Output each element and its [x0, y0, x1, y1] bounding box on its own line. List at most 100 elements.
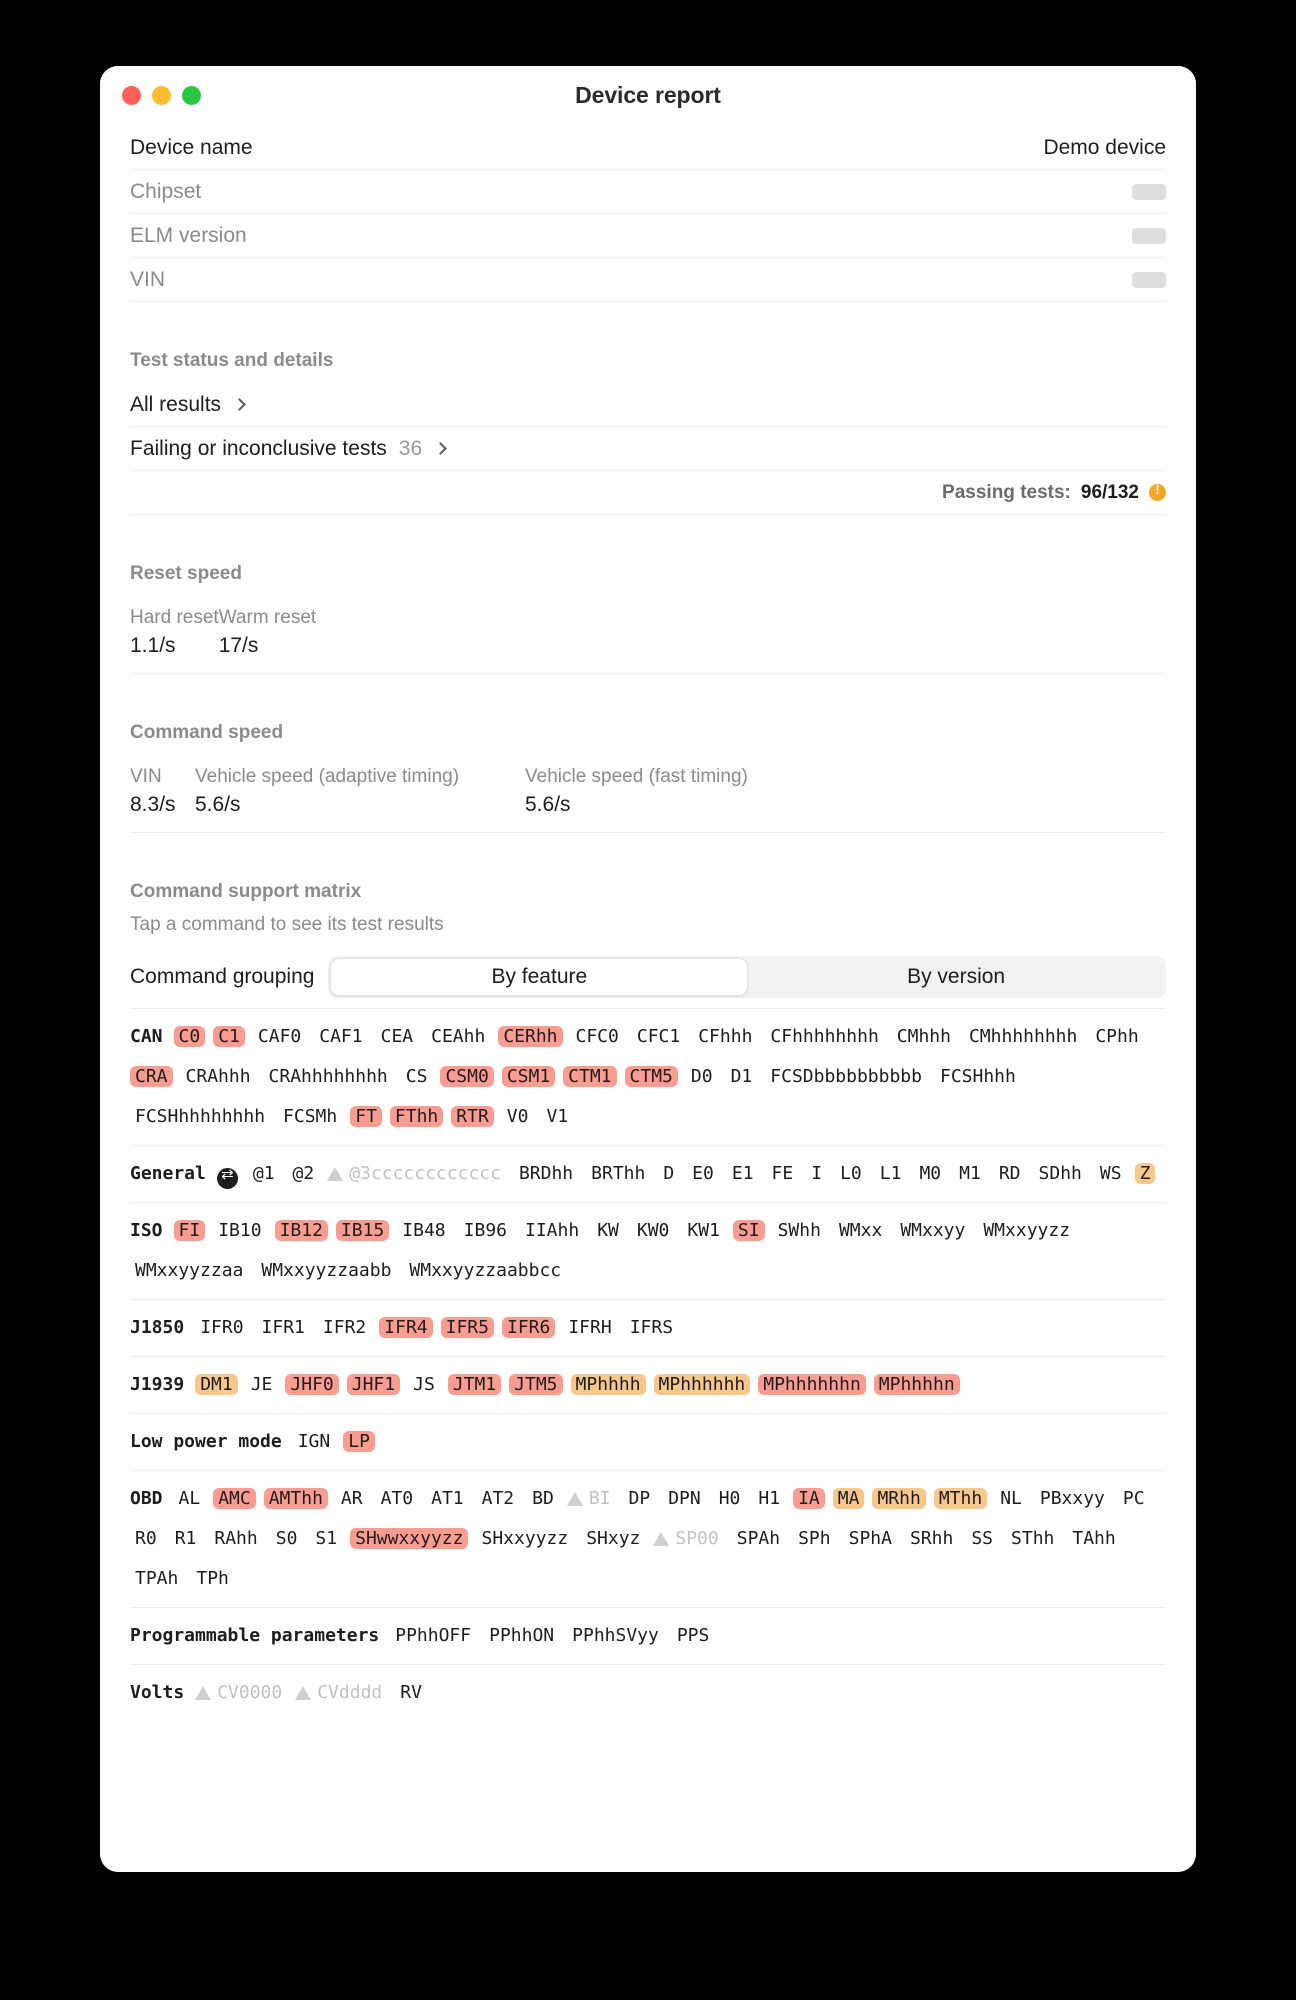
- command-chip[interactable]: CVdddd: [312, 1682, 387, 1703]
- command-chip[interactable]: IB15: [335, 1220, 390, 1241]
- command-chip[interactable]: CSM1: [501, 1066, 556, 1087]
- command-chip[interactable]: PBxxyy: [1035, 1488, 1110, 1509]
- command-chip[interactable]: SS: [966, 1528, 998, 1549]
- command-chip[interactable]: JS: [408, 1374, 440, 1395]
- command-chip[interactable]: @2: [288, 1163, 320, 1184]
- command-chip[interactable]: IFR5: [440, 1317, 494, 1338]
- command-chip[interactable]: FCSHhhhhhhhh: [130, 1106, 270, 1127]
- command-grouping-segmented-control[interactable]: By feature By version: [328, 956, 1166, 998]
- command-chip[interactable]: CFhhhhhhhh: [765, 1026, 883, 1047]
- command-chip[interactable]: IFR1: [257, 1317, 310, 1338]
- command-chip[interactable]: I: [806, 1163, 827, 1184]
- command-chip[interactable]: SDhh: [1034, 1163, 1087, 1184]
- command-chip[interactable]: SPh: [793, 1528, 836, 1549]
- command-chip[interactable]: SHxyz: [581, 1528, 645, 1549]
- command-chip[interactable]: AR: [336, 1488, 368, 1509]
- command-chip[interactable]: KW0: [632, 1220, 675, 1241]
- command-chip[interactable]: SThh: [1006, 1528, 1059, 1549]
- command-chip[interactable]: S0: [271, 1528, 303, 1549]
- command-chip[interactable]: LP: [343, 1431, 375, 1452]
- command-chip[interactable]: MA: [832, 1488, 865, 1509]
- command-chip[interactable]: AT1: [426, 1488, 469, 1509]
- command-chip[interactable]: JHF1: [346, 1374, 401, 1395]
- command-chip[interactable]: JHF0: [285, 1374, 339, 1395]
- command-chip[interactable]: DPN: [663, 1488, 706, 1509]
- command-chip[interactable]: CMhhhhhhhh: [964, 1026, 1082, 1047]
- command-chip[interactable]: WMxx: [834, 1220, 887, 1241]
- command-chip[interactable]: DP: [624, 1488, 656, 1509]
- command-chip[interactable]: @1: [248, 1163, 280, 1184]
- command-chip[interactable]: BD: [527, 1488, 559, 1509]
- command-chip[interactable]: JTM5: [509, 1374, 563, 1395]
- command-chip[interactable]: CAF1: [314, 1026, 367, 1047]
- command-chip[interactable]: C1: [213, 1026, 245, 1047]
- command-chip[interactable]: IB48: [397, 1220, 450, 1241]
- command-chip[interactable]: CEA: [376, 1026, 419, 1047]
- command-chip[interactable]: WMxxyyzzaabbcc: [404, 1260, 566, 1281]
- command-chip[interactable]: L1: [875, 1163, 907, 1184]
- command-chip[interactable]: PC: [1118, 1488, 1150, 1509]
- command-chip[interactable]: BI: [584, 1488, 616, 1509]
- command-chip[interactable]: CAF0: [253, 1026, 306, 1047]
- command-chip[interactable]: M1: [954, 1163, 986, 1184]
- command-chip[interactable]: MPhhhhhh: [653, 1374, 751, 1395]
- segment-by-version[interactable]: By version: [748, 958, 1164, 996]
- command-chip[interactable]: SWhh: [773, 1220, 826, 1241]
- command-chip[interactable]: KW1: [682, 1220, 725, 1241]
- command-chip[interactable]: PPS: [672, 1625, 715, 1646]
- command-chip[interactable]: WMxxyyzzaa: [130, 1260, 248, 1281]
- command-chip[interactable]: R1: [170, 1528, 202, 1549]
- command-chip[interactable]: WS: [1095, 1163, 1127, 1184]
- command-chip[interactable]: S1: [310, 1528, 342, 1549]
- command-chip[interactable]: CFC0: [571, 1026, 624, 1047]
- command-chip[interactable]: FT: [350, 1106, 382, 1127]
- command-chip[interactable]: TPh: [191, 1568, 234, 1589]
- command-chip[interactable]: E0: [687, 1163, 719, 1184]
- command-chip[interactable]: AMC: [213, 1488, 256, 1509]
- command-chip[interactable]: IFR2: [318, 1317, 371, 1338]
- command-chip[interactable]: PPhhOFF: [390, 1625, 476, 1646]
- command-chip[interactable]: BRThh: [586, 1163, 650, 1184]
- command-chip[interactable]: D1: [726, 1066, 758, 1087]
- command-chip[interactable]: SPAh: [732, 1528, 785, 1549]
- command-chip[interactable]: AL: [174, 1488, 206, 1509]
- command-chip[interactable]: SP00: [670, 1528, 723, 1549]
- cycle-arrows-icon[interactable]: [216, 1164, 238, 1189]
- command-chip[interactable]: CV0000: [212, 1682, 287, 1703]
- command-chip[interactable]: C0: [173, 1026, 206, 1047]
- command-chip[interactable]: CMhhh: [892, 1026, 956, 1047]
- command-chip[interactable]: CS: [401, 1066, 433, 1087]
- command-chip[interactable]: BRDhh: [514, 1163, 578, 1184]
- command-chip[interactable]: SHwwxxyyzz: [350, 1528, 469, 1549]
- command-chip[interactable]: H1: [753, 1488, 785, 1509]
- command-chip[interactable]: CFhhh: [693, 1026, 757, 1047]
- command-chip[interactable]: KW: [592, 1220, 624, 1241]
- command-chip[interactable]: TAhh: [1067, 1528, 1120, 1549]
- command-chip[interactable]: RD: [994, 1163, 1026, 1184]
- command-chip[interactable]: CPhh: [1090, 1026, 1143, 1047]
- command-chip[interactable]: CRAhhh: [181, 1066, 256, 1087]
- command-chip[interactable]: WMxxyyzzaabb: [256, 1260, 396, 1281]
- command-chip[interactable]: RTR: [451, 1106, 494, 1127]
- command-chip[interactable]: IFRH: [563, 1317, 616, 1338]
- command-chip[interactable]: JTM1: [447, 1374, 502, 1395]
- command-chip[interactable]: CRA: [130, 1066, 173, 1087]
- command-chip[interactable]: V1: [541, 1106, 573, 1127]
- command-chip[interactable]: MPhhhhhhn: [758, 1374, 866, 1395]
- command-chip[interactable]: SI: [732, 1220, 765, 1241]
- command-chip[interactable]: JE: [246, 1374, 278, 1395]
- all-results-row[interactable]: All results: [130, 383, 1166, 427]
- segment-by-feature[interactable]: By feature: [330, 958, 749, 996]
- command-chip[interactable]: AMThh: [263, 1488, 328, 1509]
- command-chip[interactable]: PPhhON: [484, 1625, 559, 1646]
- command-chip[interactable]: IB10: [213, 1220, 266, 1241]
- command-chip[interactable]: FE: [767, 1163, 799, 1184]
- command-chip[interactable]: IB12: [274, 1220, 328, 1241]
- command-chip[interactable]: CTM1: [563, 1066, 617, 1087]
- command-chip[interactable]: IIAhh: [520, 1220, 584, 1241]
- command-chip[interactable]: AT2: [477, 1488, 520, 1509]
- command-chip[interactable]: D0: [686, 1066, 718, 1087]
- command-chip[interactable]: CFC1: [632, 1026, 685, 1047]
- command-chip[interactable]: RAhh: [209, 1528, 262, 1549]
- command-chip[interactable]: R0: [130, 1528, 162, 1549]
